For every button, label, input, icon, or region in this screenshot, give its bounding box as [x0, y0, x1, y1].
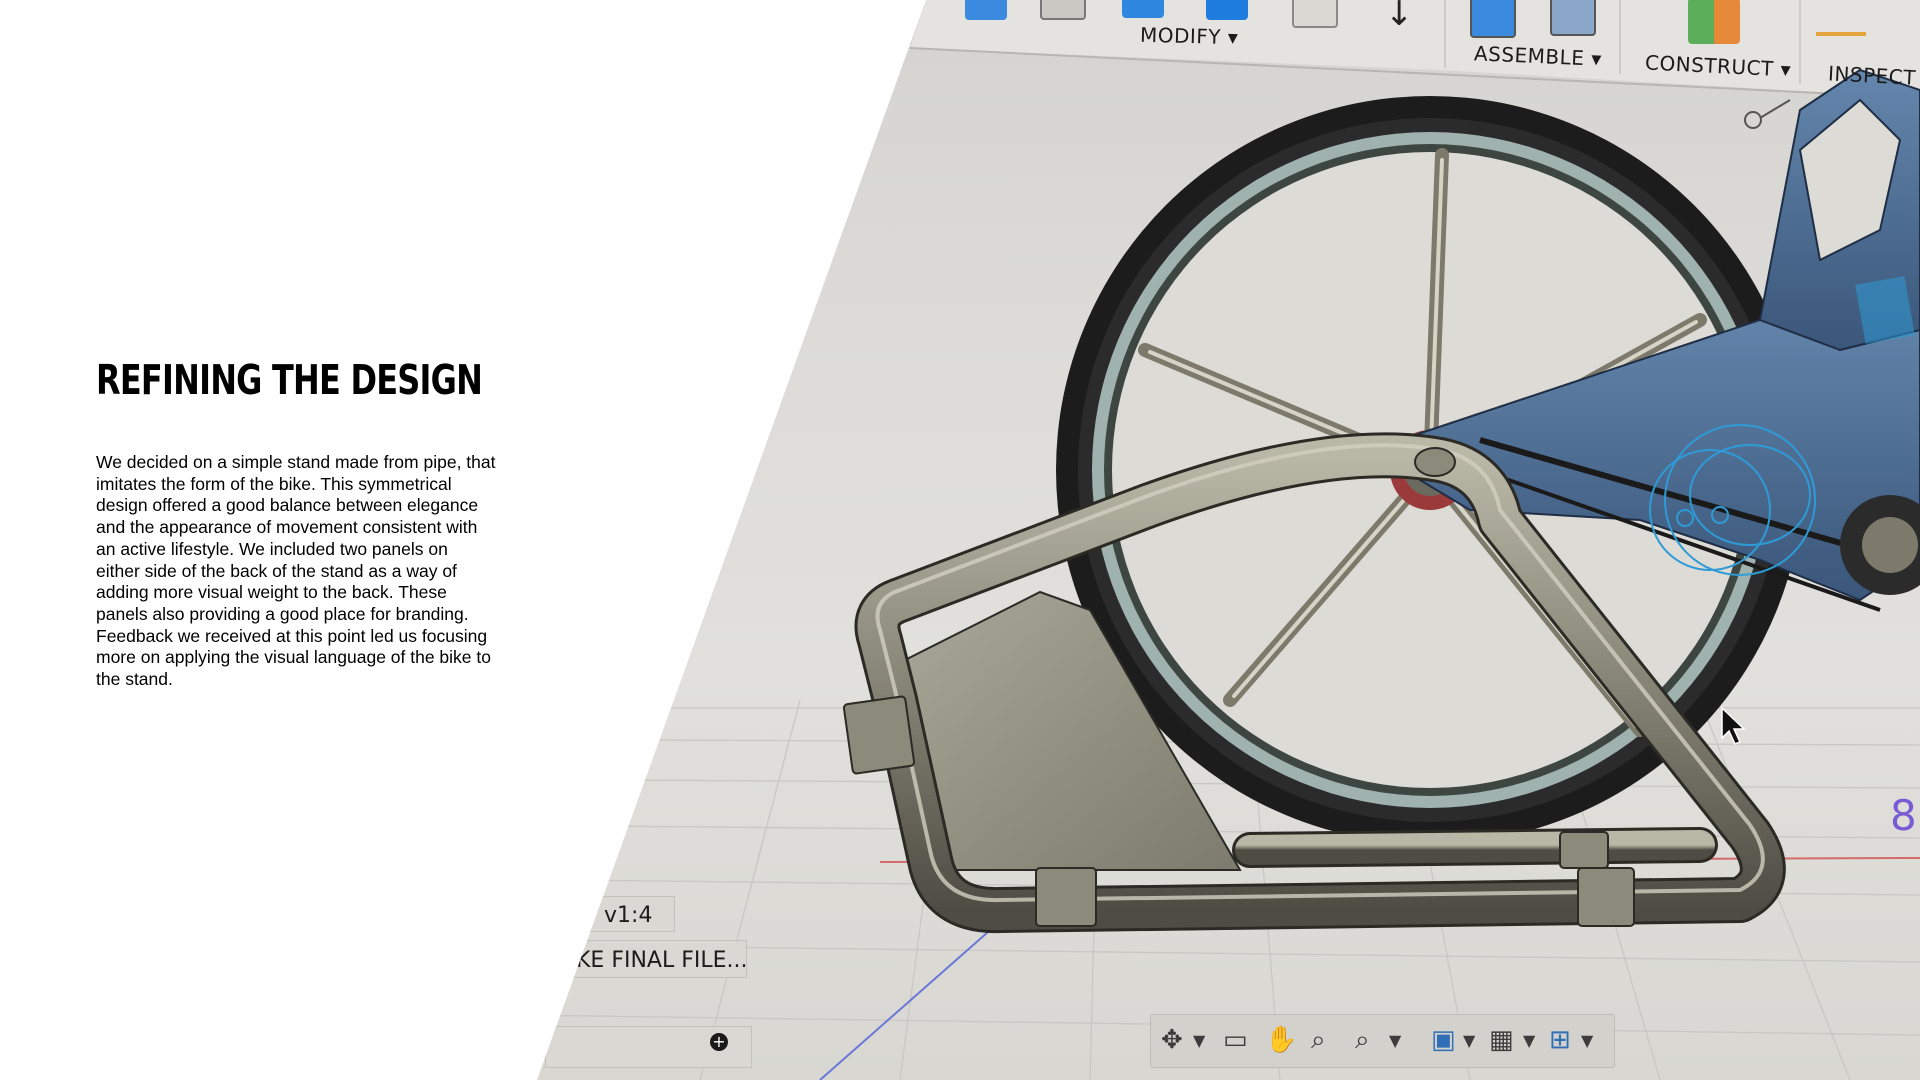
version-tab[interactable]: r v1:4 — [575, 896, 675, 932]
look-at-icon[interactable]: ▭ — [1223, 1025, 1248, 1055]
grid-settings-icon[interactable]: ▦ — [1489, 1025, 1514, 1055]
body-paragraph: We decided on a simple stand made from p… — [96, 452, 496, 690]
assemble-joint-icon[interactable] — [1550, 0, 1596, 36]
modify-menu[interactable]: MODIFY ▾ — [1140, 23, 1239, 50]
modify-tool-icon-5[interactable] — [1292, 0, 1338, 28]
chevron-down-icon[interactable]: ▼ — [1193, 1031, 1205, 1050]
version-tab-label: r v1:4 — [588, 903, 653, 928]
pan-hand-icon[interactable]: ✋ — [1265, 1025, 1297, 1055]
chevron-down-icon-2[interactable]: ▼ — [1389, 1031, 1401, 1050]
chevron-down-icon-5[interactable]: ▼ — [1581, 1031, 1593, 1050]
measure-ruler-icon[interactable] — [1816, 12, 1866, 36]
orbit-icon[interactable]: ✥ — [1161, 1025, 1183, 1055]
construct-plane-icon[interactable] — [1688, 0, 1740, 44]
assemble-tool-icon[interactable] — [1470, 0, 1516, 38]
move-arrow-icon[interactable]: ↓ — [1385, 0, 1414, 34]
add-icon[interactable]: + — [710, 1033, 728, 1051]
zoom-window-icon[interactable]: ⌕ — [1355, 1025, 1370, 1056]
viewport-navigation-bar: ✥ ▼ ▭ ✋ ⌕ ⌕ ▼ ▣ ▼ ▦ ▼ ⊞ ▼ — [1150, 1014, 1615, 1068]
zoom-icon[interactable]: ⌕ — [1311, 1025, 1326, 1056]
data-panel-bar[interactable]: + — [545, 1026, 752, 1068]
chevron-down-icon-4[interactable]: ▼ — [1523, 1031, 1535, 1050]
modify-tool-icon-4[interactable] — [1206, 0, 1248, 20]
modify-tool-icon-3[interactable] — [1122, 0, 1164, 18]
mouse-cursor-icon — [1721, 706, 1746, 745]
modify-tool-icon[interactable] — [965, 0, 1007, 20]
text-column: Refining the design We decided on a simp… — [96, 360, 506, 691]
file-tab[interactable]: KE FINAL FILE... — [565, 940, 747, 978]
display-settings-icon[interactable]: ▣ — [1431, 1025, 1456, 1055]
axis-marker: 8 — [1890, 791, 1917, 840]
body-text: We decided on a simple stand made from p… — [96, 452, 496, 691]
file-tab-label: KE FINAL FILE... — [576, 948, 747, 973]
page-title: Refining the design — [96, 356, 483, 404]
modify-tool-icon-2[interactable] — [1040, 0, 1086, 20]
chevron-down-icon-3[interactable]: ▼ — [1463, 1031, 1475, 1050]
viewports-icon[interactable]: ⊞ — [1549, 1025, 1571, 1055]
